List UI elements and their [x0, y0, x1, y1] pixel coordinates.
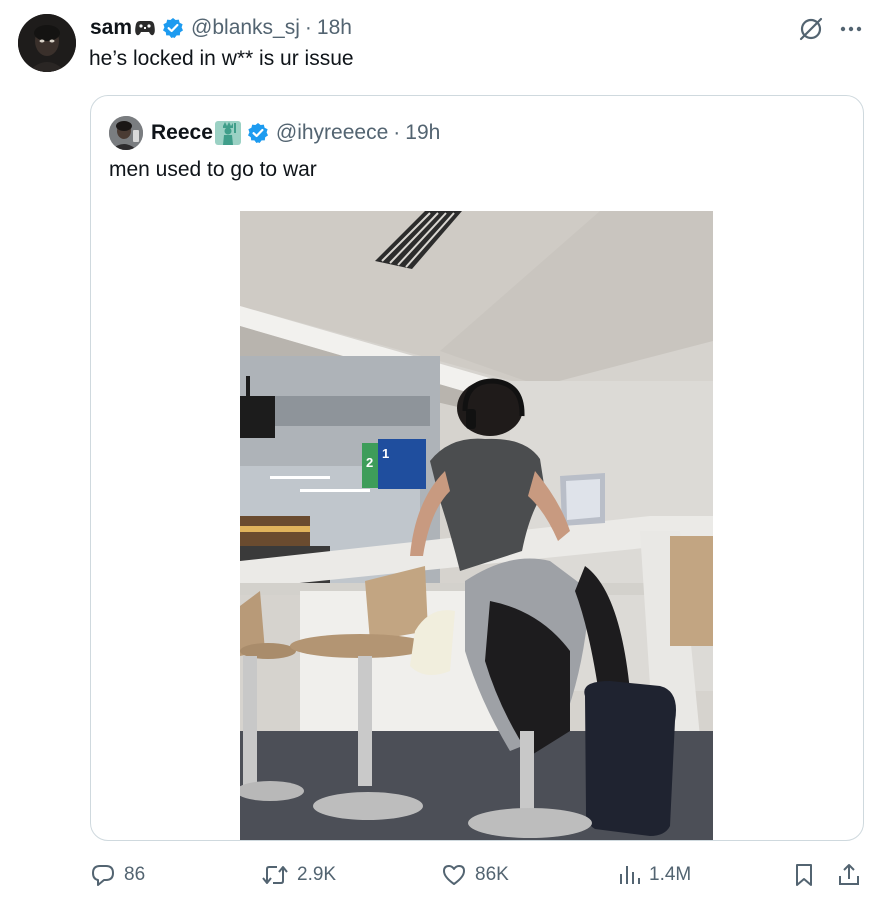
- author-avatar[interactable]: [18, 14, 76, 72]
- bookmark-button[interactable]: [792, 858, 824, 892]
- tweet-text: he’s locked in w** is ur issue: [89, 47, 354, 70]
- quoted-tweet-card[interactable]: Reece @ihyreeece · 19h men used to go to…: [90, 95, 864, 841]
- analytics-icon: [620, 866, 640, 884]
- more-options-icon[interactable]: [840, 25, 862, 33]
- quoted-tweet-photo[interactable]: 2 1: [240, 211, 713, 840]
- quoted-author-name[interactable]: Reece: [151, 121, 213, 145]
- separator-dot: ·: [393, 121, 401, 144]
- statue-of-liberty-icon: [214, 120, 242, 146]
- heart-icon: [443, 865, 465, 885]
- views-button[interactable]: 1.4M: [617, 858, 691, 892]
- gate-number-right: 1: [382, 446, 389, 461]
- quoted-tweet-text: men used to go to war: [109, 158, 317, 181]
- repost-icon: [262, 866, 288, 884]
- reply-count: 86: [124, 864, 146, 885]
- tweet-top-actions: [798, 16, 862, 42]
- tweet-header: sam @blanks_sj · 18h: [90, 14, 352, 42]
- quoted-tweet-header: Reece @ihyreeece · 19h: [109, 116, 440, 150]
- verified-badge-icon: [247, 122, 269, 144]
- share-button[interactable]: [837, 858, 869, 892]
- tweet-time[interactable]: 18h: [317, 16, 352, 40]
- reply-icon: [92, 865, 114, 886]
- bookmark-icon: [796, 864, 812, 886]
- tweet-action-bar: 86 2.9K 86K 1.4M: [90, 858, 866, 892]
- separator-dot: ·: [304, 16, 312, 39]
- reply-button[interactable]: 86: [90, 858, 145, 892]
- gate-number-left: 2: [366, 455, 373, 470]
- share-icon: [839, 864, 859, 885]
- author-handle[interactable]: @blanks_sj: [191, 16, 300, 40]
- like-button[interactable]: 86K: [441, 858, 509, 892]
- like-count: 86K: [475, 864, 509, 885]
- repost-count: 2.9K: [297, 864, 337, 885]
- view-count: 1.4M: [649, 864, 692, 885]
- repost-button[interactable]: 2.9K: [261, 858, 336, 892]
- quoted-author-avatar[interactable]: [109, 116, 143, 150]
- quoted-tweet-time[interactable]: 19h: [405, 121, 440, 145]
- controller-skull-icon: [133, 18, 157, 38]
- grok-icon[interactable]: [798, 16, 824, 42]
- author-name[interactable]: sam: [90, 16, 132, 40]
- verified-badge-icon: [162, 17, 184, 39]
- quoted-author-handle[interactable]: @ihyreeece: [276, 121, 388, 145]
